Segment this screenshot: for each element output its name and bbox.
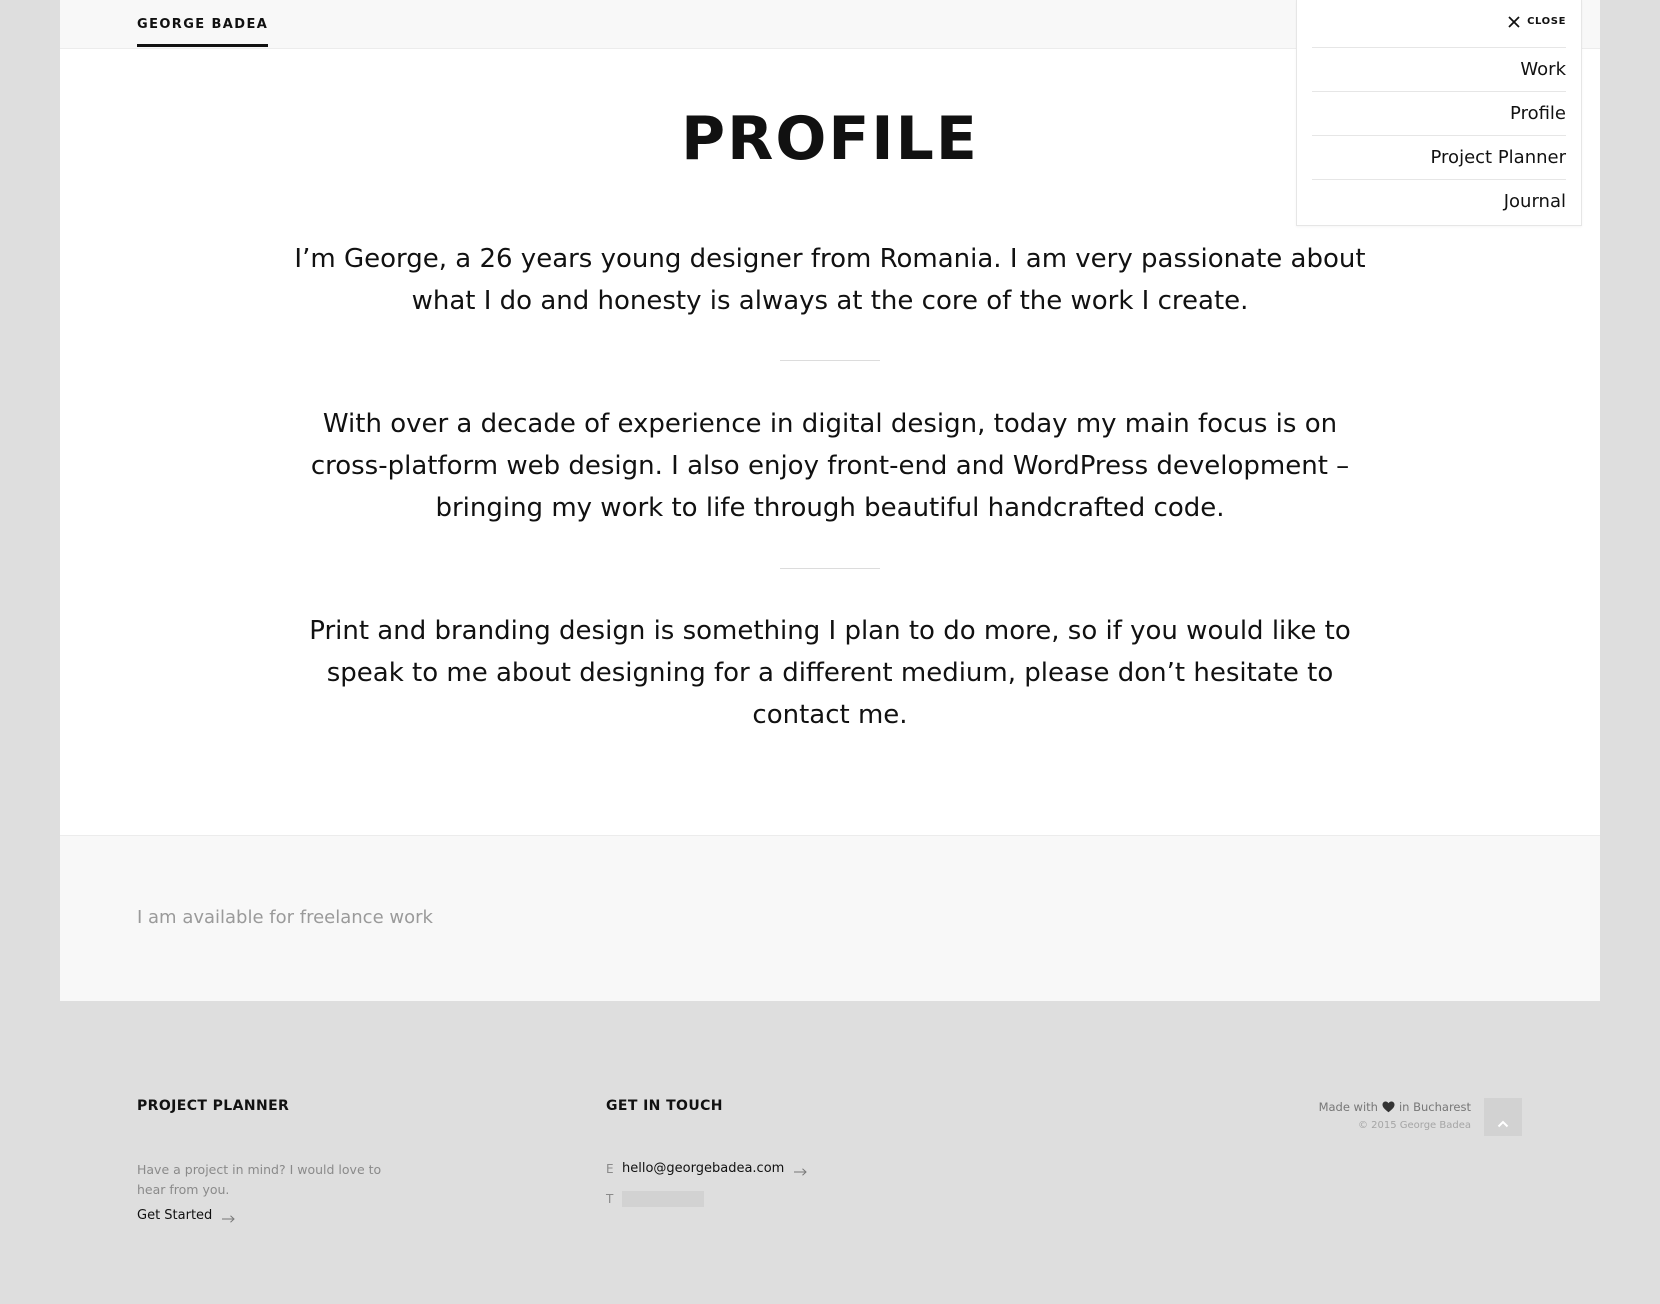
made-with-suffix: in Bucharest [1398, 1100, 1471, 1114]
close-icon [1507, 14, 1521, 28]
get-started-link[interactable]: Get Started [137, 1208, 236, 1223]
section-divider [780, 360, 880, 361]
chevron-up-icon [1497, 1113, 1509, 1128]
menu-item-journal[interactable]: Journal [1312, 179, 1566, 223]
project-planner-heading: PROJECT PLANNER [137, 1098, 290, 1114]
close-menu-button[interactable]: CLOSE [1507, 14, 1566, 28]
made-with-prefix: Made with [1318, 1100, 1378, 1114]
heart-icon [1382, 1101, 1395, 1113]
made-with-line: Made with in Bucharest [1319, 1100, 1471, 1114]
page-container: GEORGE BADEA PROFILE I’m George, a 26 ye… [60, 0, 1600, 1001]
intro-paragraph: I’m George, a 26 years young designer fr… [294, 244, 1366, 316]
freelance-availability-text: I am available for freelance work [137, 907, 433, 928]
menu-item-project-planner[interactable]: Project Planner [1312, 135, 1566, 179]
menu-item-profile[interactable]: Profile [1312, 91, 1566, 135]
close-menu-label: CLOSE [1527, 15, 1566, 27]
menu-item-work[interactable]: Work [1312, 47, 1566, 91]
phone-row: T [606, 1191, 704, 1207]
footer-credits: Made with in Bucharest © 2015 George Bad… [1319, 1100, 1471, 1131]
email-address: hello@georgebadea.com [622, 1161, 785, 1176]
get-started-label: Get Started [137, 1208, 213, 1223]
site-footer: PROJECT PLANNER Have a project in mind? … [0, 1000, 1660, 1304]
section-divider [780, 568, 880, 569]
email-key-label: E [606, 1161, 614, 1176]
email-row: E hello@georgebadea.com [606, 1161, 808, 1176]
print-branding-paragraph: Print and branding design is something I… [309, 616, 1351, 730]
brand-logo-link[interactable]: GEORGE BADEA [137, 17, 269, 47]
email-link[interactable]: hello@georgebadea.com [622, 1161, 808, 1176]
back-to-top-button[interactable] [1484, 1098, 1522, 1136]
phone-number-placeholder [622, 1191, 704, 1207]
phone-key-label: T [606, 1192, 614, 1206]
project-planner-description: Have a project in mind? I would love to … [137, 1162, 382, 1197]
menu-list: Work Profile Project Planner Journal [1312, 47, 1566, 223]
arrow-right-icon [794, 1165, 808, 1176]
get-in-touch-heading: GET IN TOUCH [606, 1098, 723, 1114]
arrow-right-icon [222, 1212, 236, 1223]
freelance-banner: I am available for freelance work [60, 835, 1600, 1001]
copyright-text: © 2015 George Badea [1357, 1120, 1471, 1131]
navigation-dropdown: CLOSE Work Profile Project Planner Journ… [1296, 0, 1582, 226]
experience-paragraph: With over a decade of experience in digi… [310, 409, 1350, 523]
